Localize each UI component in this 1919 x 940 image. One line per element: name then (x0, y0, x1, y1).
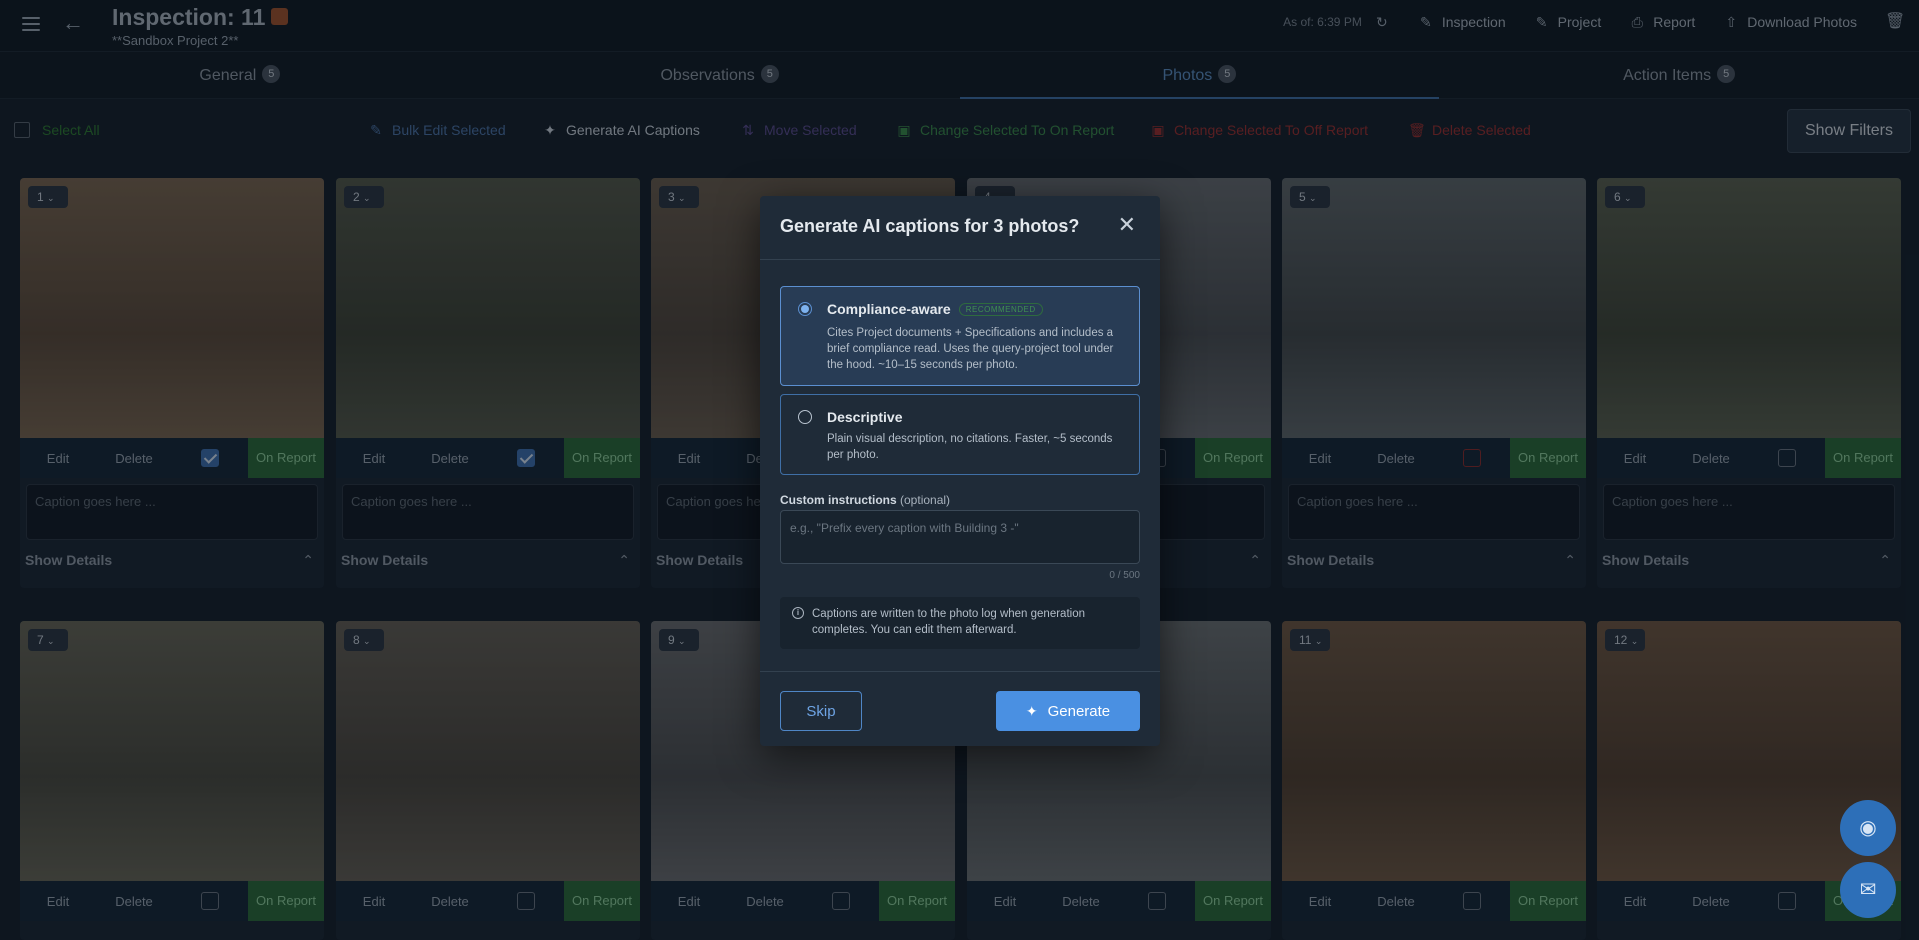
compliance-aware-title: Compliance-aware RECOMMENDED (827, 301, 1043, 317)
compliance-aware-title-text: Compliance-aware (827, 301, 951, 317)
descriptive-radio[interactable] (798, 410, 812, 424)
dialog-header: Generate AI captions for 3 photos? ✕ (760, 196, 1160, 260)
generate-button[interactable]: ✦ Generate (996, 691, 1140, 731)
character-count: 0 / 500 (1109, 570, 1140, 581)
sparkle-icon: ✦ (1025, 702, 1038, 719)
custom-instructions-label-text: Custom instructions (780, 493, 897, 507)
close-icon[interactable]: ✕ (1118, 214, 1136, 236)
chat-alert-icon: ✉ (1859, 879, 1877, 901)
custom-instructions-optional: (optional) (900, 493, 951, 507)
compliance-aware-radio[interactable] (798, 302, 812, 316)
camera-fab-button[interactable]: ◉ (1840, 800, 1896, 856)
info-notice: i Captions are written to the photo log … (780, 597, 1140, 649)
dialog-title: Generate AI captions for 3 photos? (780, 216, 1080, 236)
descriptive-title: Descriptive (827, 409, 903, 425)
info-text: Captions are written to the photo log wh… (812, 608, 1085, 636)
generate-ai-captions-dialog: Generate AI captions for 3 photos? ✕ Com… (760, 196, 1160, 746)
custom-instructions-input[interactable] (780, 510, 1140, 564)
feedback-fab-button[interactable]: ✉ (1840, 862, 1896, 918)
info-icon: i (792, 607, 804, 619)
descriptive-description: Plain visual description, no citations. … (827, 433, 1113, 461)
option-compliance-aware[interactable]: Compliance-aware RECOMMENDED Cites Projec… (780, 286, 1140, 386)
skip-button[interactable]: Skip (780, 691, 862, 731)
dialog-footer: Skip ✦ Generate (760, 671, 1160, 746)
compliance-aware-description: Cites Project documents + Specifications… (827, 327, 1114, 371)
camera-icon: ◉ (1859, 817, 1877, 839)
recommended-badge: RECOMMENDED (958, 302, 1043, 316)
custom-instructions-label: Custom instructions (optional) (780, 493, 950, 507)
generate-label: Generate (1047, 702, 1111, 720)
option-descriptive[interactable]: Descriptive Plain visual description, no… (780, 394, 1140, 475)
